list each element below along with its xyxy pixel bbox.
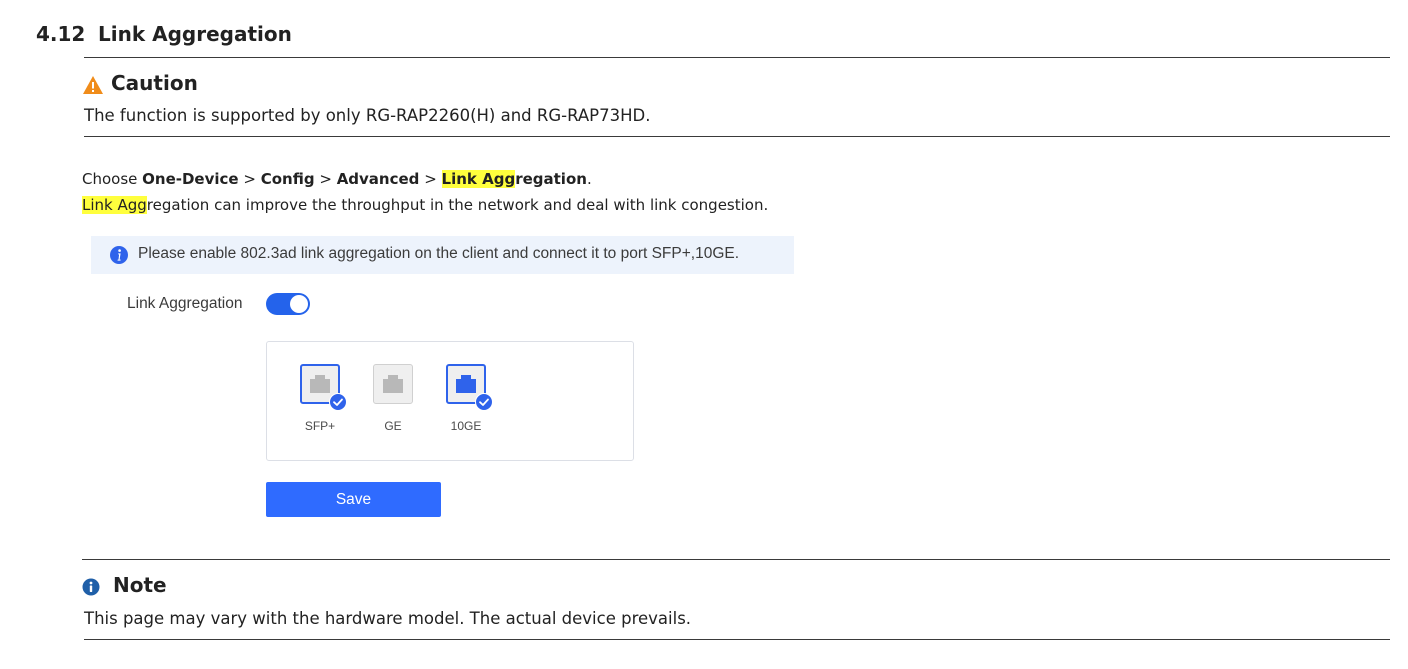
check-circle-icon [329, 393, 347, 411]
caution-text: The function is supported by only RG-RAP… [84, 106, 651, 125]
description-rest: regation can improve the throughput in t… [146, 196, 769, 214]
path-link-aggregation-highlight: Link Agg [441, 170, 516, 188]
ethernet-port-icon [383, 375, 403, 393]
port-label-ge: GE [384, 419, 402, 433]
port-sfp-plus[interactable] [300, 364, 347, 411]
info-circle-icon [82, 578, 100, 596]
info-circle-icon [110, 246, 128, 264]
caution-title: Caution [111, 71, 198, 95]
info-text: Please enable 802.3ad link aggregation o… [138, 245, 740, 262]
path-period: . [586, 170, 592, 188]
description: Link Aggregation can improve the through… [82, 196, 768, 214]
section-number: 4.12 [36, 22, 86, 46]
warning-triangle-icon [83, 76, 103, 94]
path-link-aggregation-rest: regation [515, 170, 587, 188]
path-advanced: Advanced [336, 170, 420, 188]
info-banner: Please enable 802.3ad link aggregation o… [91, 236, 794, 274]
toggle-knob [290, 295, 308, 313]
port-label-10ge: 10GE [450, 419, 482, 433]
description-highlight: Link Agg [82, 196, 147, 214]
note-title: Note [113, 573, 167, 597]
note-text: This page may vary with the hardware mod… [84, 609, 692, 628]
ethernet-port-icon [310, 375, 330, 393]
port-label-sfp-plus: SFP+ [304, 419, 336, 433]
port-10ge[interactable] [446, 364, 493, 411]
menu-path: Choose One-Device > Config > Advanced > … [82, 170, 592, 188]
link-aggregation-toggle[interactable] [266, 293, 310, 315]
save-button[interactable]: Save [266, 482, 441, 517]
check-circle-icon [475, 393, 493, 411]
path-separator: > [314, 170, 337, 188]
section-title: Link Aggregation [98, 22, 292, 46]
note-top-rule [82, 559, 1390, 560]
choose-text: Choose [82, 170, 143, 188]
path-separator: > [238, 170, 261, 188]
link-aggregation-label: Link Aggregation [127, 295, 243, 312]
ethernet-port-icon [456, 375, 476, 393]
heading-rule [84, 57, 1390, 58]
caution-rule [84, 136, 1390, 137]
port-selection-panel: SFP+ GE 10GE [266, 341, 634, 461]
path-separator: > [419, 170, 442, 188]
path-one-device: One-Device [142, 170, 239, 188]
note-bottom-rule [84, 639, 1390, 640]
path-config: Config [260, 170, 315, 188]
port-ge[interactable] [373, 364, 413, 404]
